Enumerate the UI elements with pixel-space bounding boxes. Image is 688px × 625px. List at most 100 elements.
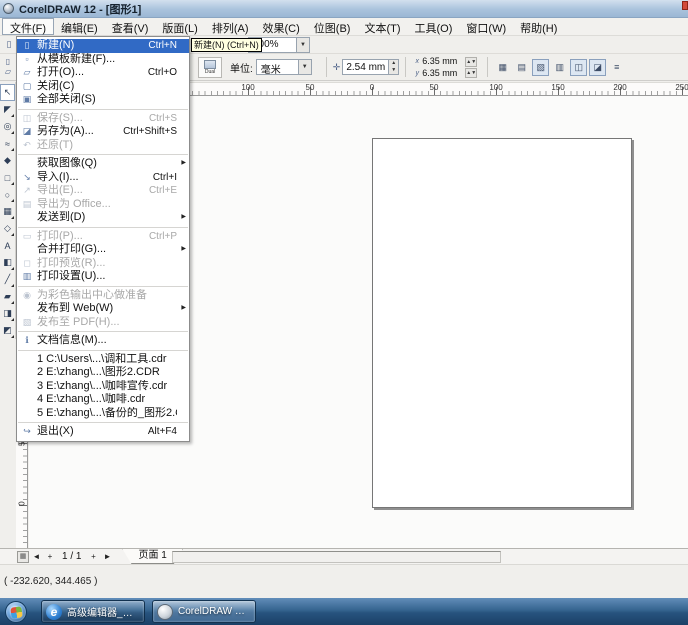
menu-item-shortcut: Ctrl+I xyxy=(153,171,189,184)
file-menu-item-18[interactable]: 发布到 Web(W) ▶ xyxy=(17,302,189,316)
shape-tool[interactable]: ◤ xyxy=(0,101,15,118)
treat-as-filled-button[interactable]: ◫ xyxy=(570,59,587,76)
duplicate-x-row[interactable]: x 6.35 mm xyxy=(412,56,457,67)
file-menu-item-20[interactable]: ℹ 文档信息(M)... xyxy=(17,334,189,348)
file-menu-item-25[interactable]: 5 E:\zhang\...\备份的_图形2.CDR xyxy=(17,407,189,421)
marquee-select-button[interactable]: ◪ xyxy=(589,59,606,76)
zoom-tool[interactable]: ◎ xyxy=(0,118,15,135)
basic-shapes-tool[interactable]: ◇ xyxy=(0,220,15,237)
file-menu-item-14[interactable]: 合并打印(G)... ▶ xyxy=(17,243,189,257)
file-menu-item-15[interactable]: ◻ 打印预览(R)... xyxy=(17,257,189,271)
spinner-buttons[interactable]: ▲▼ xyxy=(465,57,477,67)
dynamic-guides-button[interactable]: ▥ xyxy=(551,59,568,76)
title-bar[interactable]: CorelDRAW 12 - [图形1] xyxy=(0,0,688,18)
menubar-item-8[interactable]: 工具(O) xyxy=(408,18,460,35)
file-menu-item-23[interactable]: 3 E:\zhang\...\咖啡宣传.cdr xyxy=(17,380,189,394)
menubar-item-0[interactable]: 文件(F) xyxy=(2,18,54,35)
interactive-blend-tool[interactable]: ◧ xyxy=(0,254,15,271)
file-menu-item-0[interactable]: ▯ 新建(N) Ctrl+N xyxy=(17,39,189,53)
menu-item-label: 5 E:\zhang\...\备份的_图形2.CDR xyxy=(37,407,177,420)
dual-ruler-button[interactable]: Dual xyxy=(198,57,222,78)
options-list-button[interactable]: ≡ xyxy=(608,59,625,76)
add-page-before-button[interactable]: + xyxy=(43,550,57,564)
units-combobox[interactable]: 毫米 ▼ xyxy=(256,59,312,75)
file-menu-item-16[interactable]: ▥ 打印设置(U)... xyxy=(17,270,189,284)
file-menu-item-13[interactable]: ▭ 打印(P)... Ctrl+P xyxy=(17,230,189,244)
fill-tool[interactable]: ◨ xyxy=(0,305,15,322)
taskbar-button-1[interactable]: CorelDRAW 12 -... xyxy=(152,600,256,623)
menubar-item-3[interactable]: 版面(L) xyxy=(155,18,204,35)
nudge-offset-field[interactable]: 2.54 mm ▲▼ xyxy=(342,59,399,75)
spin-down-icon[interactable]: ▼ xyxy=(471,58,476,66)
file-menu-item-5[interactable]: ◫ 保存(S)... Ctrl+S xyxy=(17,112,189,126)
menubar-item-4[interactable]: 排列(A) xyxy=(205,18,256,35)
snap-to-grid-button[interactable]: ▦ xyxy=(494,59,511,76)
units-label: 单位: xyxy=(230,60,253,75)
menu-separator xyxy=(18,154,188,155)
menubar-item-10[interactable]: 帮助(H) xyxy=(513,18,564,35)
menubar-item-6[interactable]: 位图(B) xyxy=(307,18,358,35)
chevron-down-icon[interactable]: ▼ xyxy=(296,38,309,52)
menu-item-label: 导出为 Office... xyxy=(37,198,177,211)
file-menu-item-26[interactable]: ↪ 退出(X) Alt+F4 xyxy=(17,425,189,439)
file-menu-item-3[interactable]: ▢ 关闭(C) xyxy=(17,80,189,94)
duplicate-y-row[interactable]: y 6.35 mm xyxy=(412,68,457,79)
menubar-item-5[interactable]: 效果(C) xyxy=(256,18,307,35)
graph-paper-tool[interactable]: ▦ xyxy=(0,203,15,220)
pick-tool[interactable]: ↖ xyxy=(0,84,15,101)
file-menu-item-21[interactable]: 1 C:\Users\...\调和工具.cdr xyxy=(17,353,189,367)
file-menu-item-22[interactable]: 2 E:\zhang\...\图形2.CDR xyxy=(17,366,189,380)
smart-drawing-tool[interactable]: ◆ xyxy=(0,152,15,169)
menubar-item-9[interactable]: 窗口(W) xyxy=(459,18,513,35)
ruler-origin-button[interactable]: ▦ xyxy=(17,551,29,563)
close-button[interactable] xyxy=(682,1,688,10)
menubar-item-7[interactable]: 文本(T) xyxy=(357,18,407,35)
file-menu-item-6[interactable]: ◪ 另存为(A)... Ctrl+Shift+S xyxy=(17,125,189,139)
snap-to-objects-button[interactable]: ▧ xyxy=(532,59,549,76)
flyout-triangle-icon xyxy=(11,318,14,321)
file-menu-item-10[interactable]: ↗ 导出(E)... Ctrl+E xyxy=(17,184,189,198)
text-tool[interactable]: A xyxy=(0,237,15,254)
snap-to-guidelines-button[interactable]: ▤ xyxy=(513,59,530,76)
file-menu-item-12[interactable]: 发送到(D) ▶ xyxy=(17,211,189,225)
freehand-tool[interactable]: ≈ xyxy=(0,135,15,152)
interactive-fill-tool[interactable]: ◩ xyxy=(0,322,15,339)
file-menu-item-17[interactable]: ◉ 为彩色输出中心做准备 xyxy=(17,289,189,303)
new-document-icon[interactable]: ▯ xyxy=(3,38,15,51)
menu-item-label: 导入(I)... xyxy=(37,171,153,184)
rectangle-tool[interactable]: □ xyxy=(0,169,15,186)
spin-up-icon[interactable]: ▲ xyxy=(389,60,398,67)
rectangle-tool-icon: □ xyxy=(5,173,10,183)
file-menu-item-24[interactable]: 4 E:\zhang\...\咖啡.cdr xyxy=(17,393,189,407)
horizontal-scrollbar-thumb[interactable] xyxy=(172,551,501,563)
file-menu-item-2[interactable]: ▱ 打开(O)... Ctrl+O xyxy=(17,66,189,80)
file-menu-item-11[interactable]: ▤ 导出为 Office... xyxy=(17,198,189,212)
taskbar-button-0[interactable]: e 高级编辑器_百度... xyxy=(41,600,145,623)
spinner-buttons[interactable]: ▲▼ xyxy=(388,60,398,74)
spinner-buttons[interactable]: ▲▼ xyxy=(465,68,477,78)
first-page-button[interactable]: ◄ xyxy=(29,550,43,564)
file-menu-item-8[interactable]: 获取图像(Q) ▶ xyxy=(17,157,189,171)
close-all-icon: ▣ xyxy=(17,93,37,106)
eyedropper-tool[interactable]: ╱ xyxy=(0,271,15,288)
menubar-item-2[interactable]: 查看(V) xyxy=(105,18,156,35)
chevron-down-icon[interactable]: ▼ xyxy=(298,60,311,74)
drawing-page[interactable] xyxy=(372,138,632,508)
menu-separator xyxy=(18,331,188,332)
spin-down-icon[interactable]: ▼ xyxy=(471,69,476,77)
coreldraw-icon xyxy=(157,604,173,620)
file-menu-item-19[interactable]: ▧ 发布至 PDF(H)... xyxy=(17,316,189,330)
text-tool-icon: A xyxy=(4,241,10,251)
add-page-after-button[interactable]: + xyxy=(86,550,100,564)
file-menu-item-7[interactable]: ↶ 还原(T) xyxy=(17,139,189,153)
file-menu-item-1[interactable]: ▫ 从模板新建(F)... xyxy=(17,53,189,67)
menu-item-shortcut: Ctrl+P xyxy=(149,230,189,243)
outline-tool[interactable]: ▰ xyxy=(0,288,15,305)
spin-down-icon[interactable]: ▼ xyxy=(389,67,398,74)
last-page-button[interactable]: ► xyxy=(100,550,114,564)
ellipse-tool[interactable]: ○ xyxy=(0,186,15,203)
file-menu-item-9[interactable]: ↘ 导入(I)... Ctrl+I xyxy=(17,171,189,185)
start-button[interactable] xyxy=(5,601,27,623)
menubar-item-1[interactable]: 编辑(E) xyxy=(54,18,105,35)
file-menu-item-4[interactable]: ▣ 全部关闭(S) xyxy=(17,93,189,107)
